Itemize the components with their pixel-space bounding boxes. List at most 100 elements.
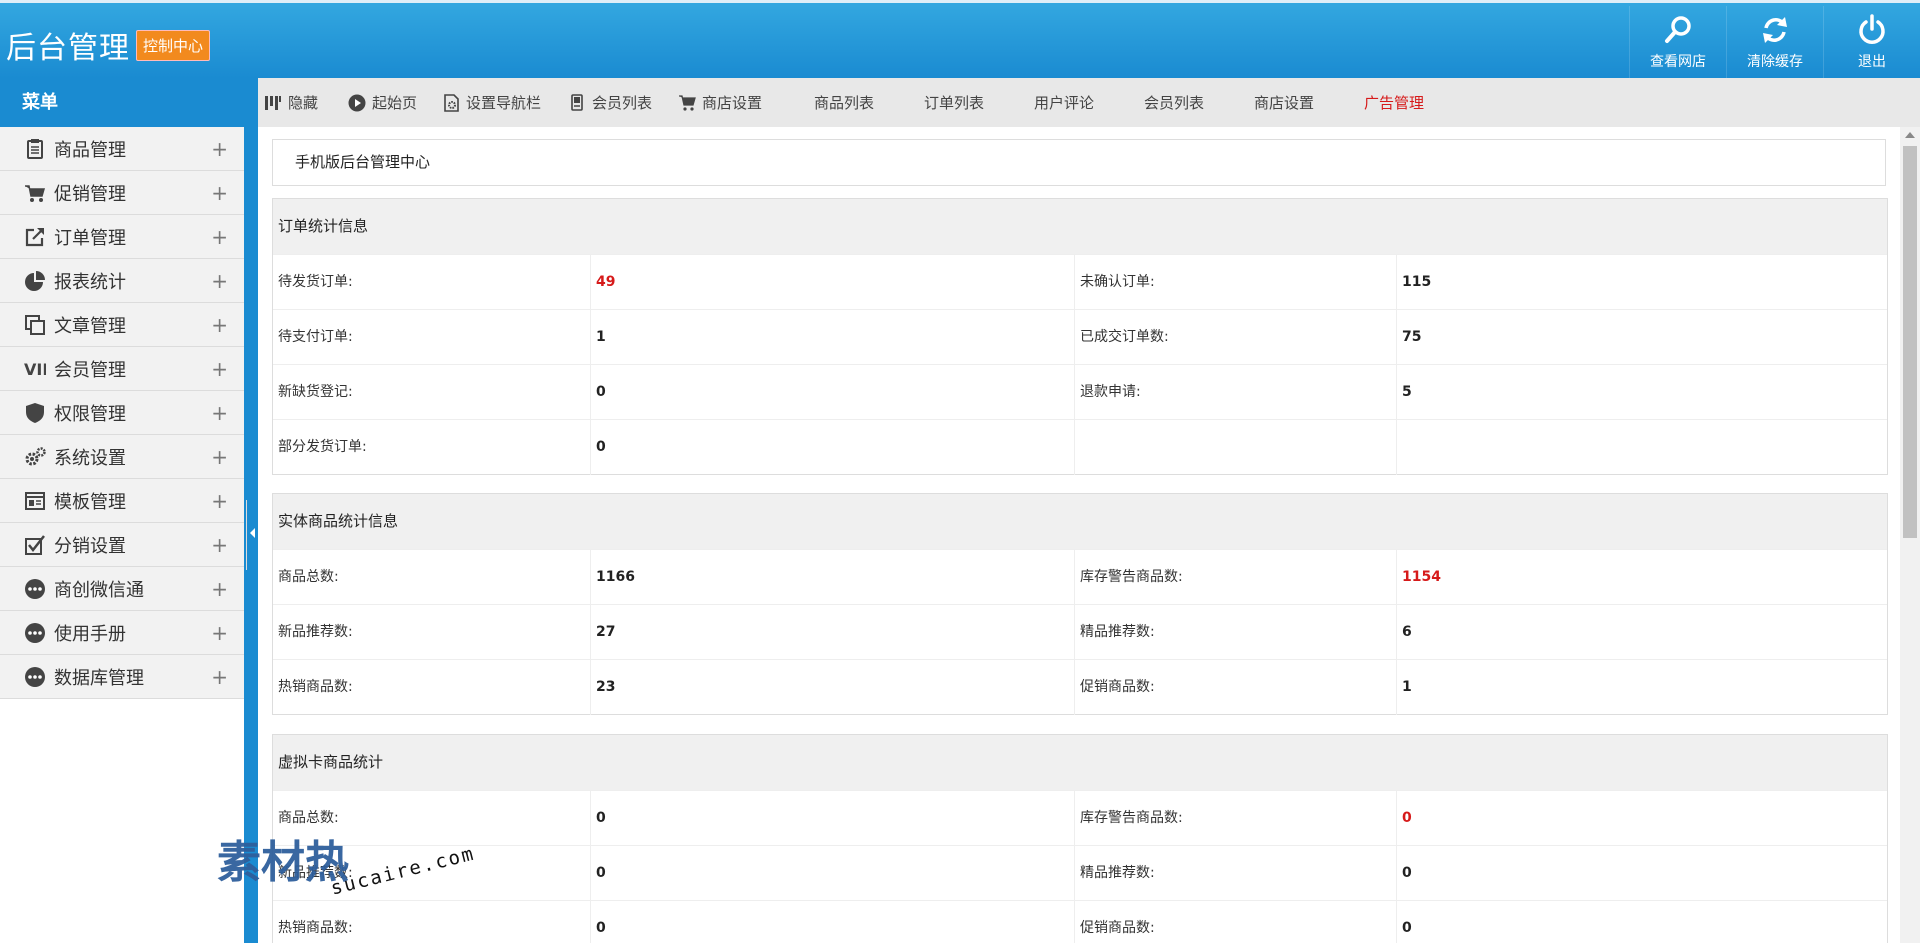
start-page-button[interactable]: 起始页: [348, 78, 442, 127]
stat-value: 23: [591, 660, 1075, 715]
goods-list-link[interactable]: 商品列表: [814, 92, 874, 113]
sidebar-item-permissions[interactable]: 权限管理 +: [0, 391, 244, 435]
expand-plus-icon[interactable]: +: [211, 621, 228, 645]
expand-plus-icon[interactable]: +: [211, 269, 228, 293]
sidebar-item-distribution[interactable]: 分销设置 +: [0, 523, 244, 567]
sidebar-item-orders[interactable]: 订单管理 +: [0, 215, 244, 259]
expand-plus-icon[interactable]: +: [211, 577, 228, 601]
shop-settings-link[interactable]: 商店设置: [1254, 92, 1314, 113]
sidebar-item-articles[interactable]: 文章管理 +: [0, 303, 244, 347]
sidebar-item-manual[interactable]: 使用手册 +: [0, 611, 244, 655]
table-row: 热销商品数: 0 促销商品数: 0: [273, 900, 1887, 943]
sidebar-item-system-settings[interactable]: 系统设置 +: [0, 435, 244, 479]
scrollbar-thumb[interactable]: [1903, 146, 1917, 538]
stat-label: 已成交订单数:: [1075, 310, 1397, 365]
hide-sidebar-button[interactable]: 隐藏: [264, 78, 348, 127]
stat-label: [1075, 420, 1397, 475]
stat-label: 促销商品数:: [1075, 660, 1397, 715]
expand-plus-icon[interactable]: +: [211, 313, 228, 337]
cart-icon: [24, 182, 46, 204]
stat-value: 0: [591, 420, 1075, 475]
sidebar-item-label: 会员管理: [54, 359, 126, 381]
stat-value: 75: [1402, 329, 1422, 345]
toolbar-link-shop-settings[interactable]: 商店设置: [1254, 78, 1364, 127]
gears-icon: [24, 446, 46, 468]
view-shop-button[interactable]: 查看网店: [1629, 6, 1726, 78]
logout-label: 退出: [1858, 54, 1886, 70]
sidebar-item-label: 商品管理: [54, 139, 126, 161]
template-icon: [24, 490, 46, 512]
pie-chart-icon: [24, 270, 46, 292]
table-row: 热销商品数: 23 促销商品数: 1: [273, 659, 1887, 715]
expand-plus-icon[interactable]: +: [211, 533, 228, 557]
power-icon: [1859, 14, 1885, 44]
member-list-button[interactable]: 会员列表: [568, 78, 678, 127]
order-stats-title: 订单统计信息: [273, 199, 1887, 254]
sidebar-item-goods[interactable]: 商品管理 +: [0, 127, 244, 171]
sidebar-item-label: 订单管理: [54, 227, 126, 249]
vip-icon: VIP: [24, 358, 46, 380]
stat-value: 27: [591, 605, 1075, 660]
shop-cart-icon: [679, 94, 696, 111]
stat-label: 商品总数:: [273, 550, 591, 605]
top-header: 后台管理 控制中心 查看网店 清除缓存 退出: [0, 0, 1920, 78]
set-nav-button[interactable]: 设置导航栏: [442, 78, 568, 127]
external-link-icon: [24, 226, 46, 248]
hide-label: 隐藏: [288, 94, 319, 112]
sidebar-item-promotion[interactable]: 促销管理 +: [0, 171, 244, 215]
toolbar-link-order-list[interactable]: 订单列表: [924, 78, 1034, 127]
table-row: 商品总数: 1166 库存警告商品数: 1154: [273, 549, 1887, 605]
order-list-link[interactable]: 订单列表: [924, 92, 984, 113]
clear-cache-button[interactable]: 清除缓存: [1726, 6, 1823, 78]
stat-label: 热销商品数:: [273, 901, 591, 943]
expand-plus-icon[interactable]: +: [211, 445, 228, 469]
expand-plus-icon[interactable]: +: [211, 665, 228, 689]
toolbar-link-ads[interactable]: 广告管理: [1364, 78, 1474, 127]
shop-settings-button[interactable]: 商店设置: [678, 78, 814, 127]
search-icon: [1665, 16, 1691, 43]
expand-plus-icon[interactable]: +: [211, 225, 228, 249]
expand-plus-icon[interactable]: +: [211, 137, 228, 161]
stat-label: 库存警告商品数:: [1075, 791, 1397, 846]
toolbar-link-comments[interactable]: 用户评论: [1034, 78, 1144, 127]
stat-value: 5: [1402, 384, 1412, 400]
scroll-up-arrow-icon[interactable]: [1905, 132, 1915, 138]
sidebar-item-reports[interactable]: 报表统计 +: [0, 259, 244, 303]
logo[interactable]: 后台管理 控制中心: [6, 23, 211, 67]
clipboard-icon: [24, 138, 46, 160]
sidebar-item-label: 商创微信通: [54, 579, 144, 601]
stat-label: 部分发货订单:: [273, 420, 591, 475]
menu-list: 商品管理 + 促销管理 + 订单管理 + 报表统计 + 文章管理 + VIP 会…: [0, 127, 244, 699]
expand-plus-icon[interactable]: +: [211, 401, 228, 425]
logo-badge: 控制中心: [136, 29, 211, 61]
columns-icon: [265, 95, 281, 110]
comments-link[interactable]: 用户评论: [1034, 92, 1094, 113]
stat-label: 待支付订单:: [273, 310, 591, 365]
sidebar-item-database[interactable]: 数据库管理 +: [0, 655, 244, 699]
logout-button[interactable]: 退出: [1823, 6, 1920, 78]
stat-label: 待发货订单:: [273, 255, 591, 310]
toolbar-link-goods-list[interactable]: 商品列表: [814, 78, 924, 127]
sidebar-item-templates[interactable]: 模板管理 +: [0, 479, 244, 523]
refresh-icon: [1763, 17, 1787, 43]
expand-plus-icon[interactable]: +: [211, 357, 228, 381]
toolbar: 隐藏 起始页 设置导航栏 会员列表 商店设置 商品列表 订单列表 用户评论 会员…: [258, 78, 1920, 127]
expand-plus-icon[interactable]: +: [211, 181, 228, 205]
toolbar-link-members[interactable]: 会员列表: [1144, 78, 1254, 127]
stat-label: 精品推荐数:: [1075, 605, 1397, 660]
menu-title: 菜单: [0, 78, 244, 127]
sidebar-item-label: 分销设置: [54, 535, 126, 557]
stat-value: 115: [1402, 274, 1432, 290]
stat-value: 0: [591, 901, 1075, 943]
start-page-label: 起始页: [372, 94, 418, 112]
stat-label: 精品推荐数:: [1075, 846, 1397, 901]
shop-settings-label: 商店设置: [702, 94, 763, 112]
ad-manage-link[interactable]: 广告管理: [1364, 92, 1424, 113]
sidebar-item-members[interactable]: VIP 会员管理 +: [0, 347, 244, 391]
sidebar-item-wechat[interactable]: 商创微信通 +: [0, 567, 244, 611]
stat-value: 0: [1402, 920, 1412, 936]
members-link[interactable]: 会员列表: [1144, 92, 1204, 113]
stat-label: 热销商品数:: [273, 660, 591, 715]
expand-plus-icon[interactable]: +: [211, 489, 228, 513]
sidebar-item-label: 数据库管理: [54, 667, 144, 689]
